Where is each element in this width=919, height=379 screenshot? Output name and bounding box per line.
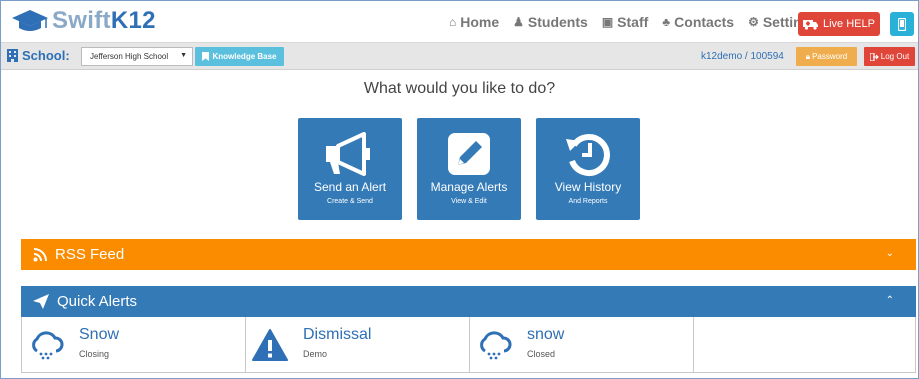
nav-students-label: Students (527, 14, 588, 30)
school-label-text: School: (22, 48, 70, 63)
manage-alerts-sub: View & Edit (451, 198, 487, 205)
quick-alerts-panel-header[interactable]: Quick Alerts ⌃ (21, 286, 916, 317)
bookmark-icon (202, 52, 210, 61)
view-history-label: View History (554, 180, 622, 194)
brand-part-k12: K12 (110, 7, 156, 34)
chevron-down-icon[interactable]: ⌄ (886, 248, 894, 259)
logout-button[interactable]: Log Out (864, 47, 915, 66)
rss-feed-title: RSS Feed (33, 246, 124, 263)
main-nav: ⌂ Home ♟ Students ▣ Staff ♣ Contacts ⚙ S… (449, 14, 818, 30)
quick-alert-name: snow (527, 326, 565, 343)
view-history-sub: And Reports (568, 198, 608, 205)
mobile-phone-icon (898, 17, 906, 31)
nav-contacts[interactable]: ♣ Contacts (662, 14, 734, 30)
rss-feed-panel-header[interactable]: RSS Feed ⌄ (21, 239, 916, 270)
quick-alert-sub: Demo (303, 349, 328, 359)
quick-alert-name: Snow (79, 326, 120, 343)
mobile-button[interactable] (890, 12, 914, 36)
quick-alert-dismissal[interactable]: Dismissal Demo (246, 317, 470, 372)
home-icon: ⌂ (449, 15, 457, 29)
quick-alert-snow[interactable]: Snow Closing (22, 317, 246, 372)
chevron-up-icon[interactable]: ⌃ (886, 295, 894, 306)
view-history-tile[interactable]: View History And Reports (536, 118, 640, 220)
password-label: Password (812, 52, 848, 61)
quick-alert-sub: Closing (79, 349, 110, 359)
school-select[interactable]: Jefferson High School ▼ (81, 47, 193, 66)
staff-icon: ▣ (601, 15, 614, 29)
nav-staff-label: Staff (617, 14, 649, 30)
quick-alerts-title: Quick Alerts (33, 293, 137, 310)
snow-cloud-icon (32, 331, 64, 360)
password-button[interactable]: 🔒︎ Password (796, 47, 857, 66)
nav-home[interactable]: ⌂ Home (449, 14, 499, 30)
school-bar: School: Jefferson High School ▼ Knowledg… (1, 43, 918, 70)
quick-alert-name: Dismissal (303, 326, 372, 343)
gear-icon: ⚙ (748, 15, 759, 29)
manage-alerts-tile[interactable]: Manage Alerts View & Edit (417, 118, 521, 220)
brand-part-swift: Swift (52, 7, 111, 34)
nav-students[interactable]: ♟ Students (513, 14, 588, 30)
building-icon (7, 49, 18, 62)
quick-alerts-title-text: Quick Alerts (57, 293, 138, 310)
quick-alert-empty-slot (694, 317, 915, 372)
logout-label: Log Out (880, 52, 910, 61)
quick-alerts-list: Snow Closing Dismissal Demo snow Closed (21, 317, 916, 373)
manage-alerts-label: Manage Alerts (430, 180, 508, 194)
ambulance-icon (803, 20, 818, 30)
live-help-button[interactable]: Live HELP (798, 12, 880, 36)
user-account-link[interactable]: k12demo / 100594 (701, 51, 784, 62)
quick-alert-snow-closed[interactable]: snow Closed (470, 317, 694, 372)
school-select-value: Jefferson High School (90, 52, 169, 61)
student-icon: ♟ (513, 15, 524, 29)
nav-staff[interactable]: ▣ Staff (602, 14, 648, 30)
nav-home-label: Home (460, 14, 500, 30)
warning-icon (252, 329, 288, 361)
top-navbar: Swift K12 ⌂ Home ♟ Students ▣ Staff ♣ Con… (1, 1, 918, 43)
send-alert-label: Send an Alert (313, 180, 387, 194)
school-label: School: (7, 48, 70, 63)
graduation-cap-icon (12, 10, 48, 31)
lock-icon: 🔒︎ (805, 51, 811, 61)
live-help-label: Live HELP (823, 18, 875, 30)
page-question: What would you like to do? (363, 80, 556, 97)
rss-feed-title-text: RSS Feed (55, 246, 125, 263)
rss-icon (33, 247, 47, 261)
sign-out-icon (869, 52, 879, 61)
send-alert-sub: Create & Send (327, 198, 373, 205)
megaphone-icon (298, 128, 402, 180)
nav-contacts-label: Contacts (674, 14, 735, 30)
quick-alert-sub: Closed (527, 349, 556, 359)
caret-down-icon: ▼ (180, 52, 187, 59)
snow-cloud-icon (480, 331, 512, 360)
swiftk12-logo[interactable]: Swift K12 (11, 7, 156, 35)
knowledge-base-button[interactable]: Knowledge Base (195, 47, 284, 66)
paper-plane-icon (33, 294, 49, 309)
history-icon (536, 128, 640, 180)
edit-icon (417, 128, 521, 180)
contacts-icon: ♣ (662, 15, 671, 29)
send-alert-tile[interactable]: Send an Alert Create & Send (298, 118, 402, 220)
knowledge-base-label: Knowledge Base (212, 52, 277, 61)
